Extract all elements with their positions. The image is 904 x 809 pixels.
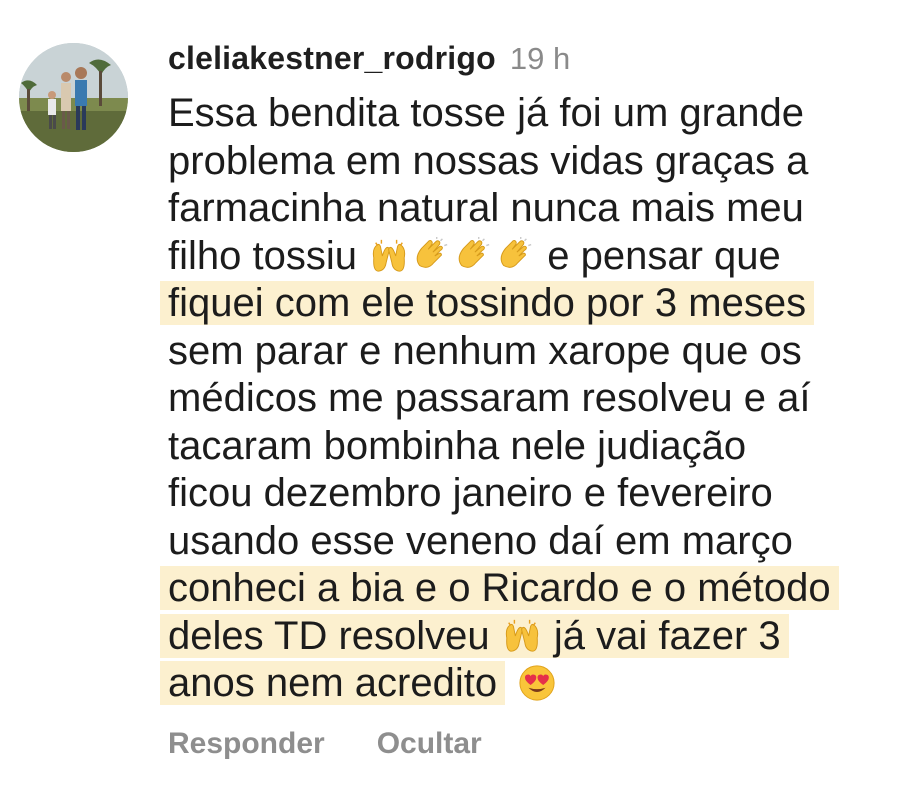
comment-line: ficou dezembro janeiro e fevereiro xyxy=(168,471,773,515)
raising-hands-icon xyxy=(370,237,408,275)
raising-hands-icon xyxy=(503,617,541,655)
comment-line-highlighted: anos nem acredito xyxy=(160,660,888,708)
timestamp: 19 h xyxy=(509,41,571,76)
comment-actions: Responder Ocultar xyxy=(168,727,482,761)
username[interactable]: cleliakestner_rodrigo xyxy=(168,32,496,84)
avatar[interactable] xyxy=(19,43,128,152)
comment-line: farmacinha natural nunca mais meu xyxy=(168,186,804,230)
comment-line-highlighted: deles TD resolveu já vai fazer 3 xyxy=(160,613,888,661)
comment-header: cleliakestner_rodrigo 19 h xyxy=(168,32,888,84)
comment-line: tacaram bombinha nele judiação xyxy=(168,423,747,468)
hide-button[interactable]: Ocultar xyxy=(377,727,482,761)
comment-text: Essa bendita tosse já foi um grande prob… xyxy=(160,90,888,708)
comment-line: filho tossiu e pensar que xyxy=(168,233,781,278)
family-photo-icon xyxy=(19,43,128,152)
comment: cleliakestner_rodrigo 19 h Essa bendita … xyxy=(160,32,888,708)
comment-line: usando esse veneno daí em março xyxy=(168,518,793,563)
comment-line: sem parar e nenhum xarope que os xyxy=(168,328,802,373)
comment-line: Essa bendita tosse já foi um grande xyxy=(168,91,804,135)
clapping-hands-icon xyxy=(454,236,492,275)
clapping-hands-icon xyxy=(412,236,450,275)
clapping-hands-icon xyxy=(496,236,534,275)
comment-line: problema em nossas vidas graças a xyxy=(168,138,809,183)
comment-line-highlighted: fiquei com ele tossindo por 3 meses xyxy=(160,280,888,328)
comment-line-highlighted: conheci a bia e o Ricardo e o método xyxy=(160,565,888,613)
reply-button[interactable]: Responder xyxy=(168,727,325,761)
heart-eyes-face-icon xyxy=(518,664,556,702)
comment-line: médicos me passaram resolveu e aí xyxy=(168,376,811,420)
